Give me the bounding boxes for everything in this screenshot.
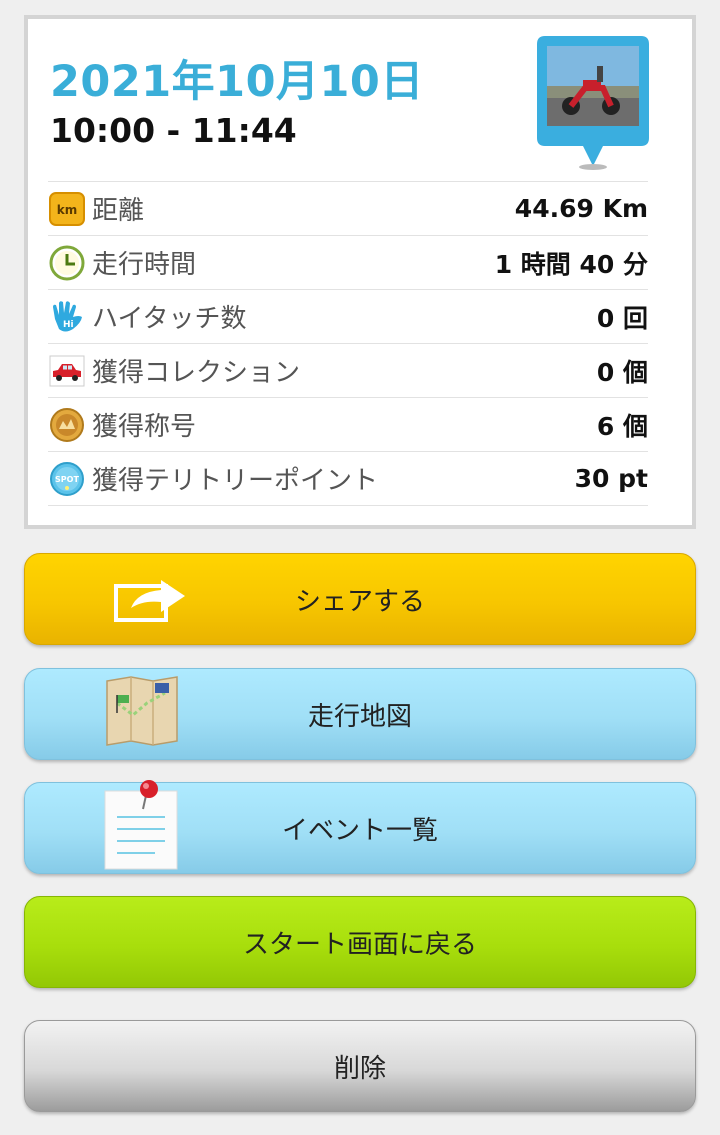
ride-summary-card: 2021年10月10日 10:00 - 11:44 km 距離 44.69 Km xyxy=(24,15,696,529)
stat-row-collection: 獲得コレクション 0 個 xyxy=(48,344,648,398)
stat-label: 獲得コレクション xyxy=(92,358,301,388)
back-to-start-button-label: スタート画面に戻る xyxy=(242,929,477,960)
ride-map-button-label: 走行地図 xyxy=(307,701,412,732)
stat-row-titles: 獲得称号 6 個 xyxy=(48,398,648,452)
ride-date: 2021年10月10日 xyxy=(50,57,424,107)
high-five-hand-icon: Hi xyxy=(53,300,82,331)
event-list-button[interactable]: イベント一覧 xyxy=(24,780,696,874)
stat-row-territory-points: SPOT 獲得テリトリーポイント 30 pt xyxy=(48,452,648,506)
stat-value: 44.69 Km xyxy=(514,194,648,223)
km-badge-icon: km xyxy=(49,191,85,226)
svg-text:SPOT: SPOT xyxy=(55,475,79,484)
photo-pin-icon[interactable] xyxy=(537,36,649,170)
ride-stats-list: km 距離 44.69 Km 走行時間 1 時間 40 分 Hi ハイタッチ数 … xyxy=(48,181,648,506)
stat-value: 0 回 xyxy=(596,303,648,333)
folded-map-icon xyxy=(106,676,178,746)
event-list-button-label: イベント一覧 xyxy=(281,815,438,846)
svg-text:Hi: Hi xyxy=(63,320,74,330)
clock-icon xyxy=(49,245,85,280)
stat-row-high-five: Hi ハイタッチ数 0 回 xyxy=(48,290,648,344)
spot-icon: SPOT xyxy=(50,461,84,496)
stat-value: 30 pt xyxy=(574,464,648,493)
ride-map-button[interactable]: 走行地図 xyxy=(24,668,696,760)
stat-row-distance: km 距離 44.69 Km xyxy=(48,182,648,236)
share-arrow-icon xyxy=(114,580,185,622)
stat-value: 0 個 xyxy=(596,357,648,387)
car-icon xyxy=(49,355,85,386)
stat-label: 獲得称号 xyxy=(92,412,197,442)
stat-label: 走行時間 xyxy=(92,250,197,280)
stat-row-ride-time: 走行時間 1 時間 40 分 xyxy=(48,236,648,290)
stat-label: 距離 xyxy=(92,196,145,226)
back-to-start-button[interactable]: スタート画面に戻る xyxy=(24,896,696,988)
medal-icon xyxy=(50,407,84,442)
share-button[interactable]: シェアする xyxy=(24,553,696,645)
ride-time-range: 10:00 - 11:44 xyxy=(50,111,297,150)
stat-value: 1 時間 40 分 xyxy=(494,249,648,279)
stat-label: 獲得テリトリーポイント xyxy=(92,466,379,496)
stat-label: ハイタッチ数 xyxy=(92,304,247,334)
delete-button-label: 削除 xyxy=(333,1053,386,1084)
delete-button[interactable]: 削除 xyxy=(24,1020,696,1112)
memo-pin-icon xyxy=(104,780,178,870)
share-button-label: シェアする xyxy=(294,586,425,617)
svg-text:km: km xyxy=(57,203,77,217)
stat-value: 6 個 xyxy=(596,411,648,441)
